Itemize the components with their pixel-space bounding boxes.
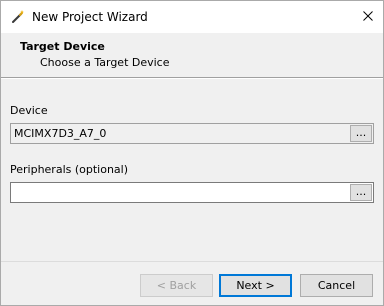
wand-icon bbox=[10, 9, 26, 25]
device-value: MCIMX7D3_A7_0 bbox=[14, 127, 107, 140]
close-icon bbox=[363, 10, 373, 24]
device-browse-button[interactable]: ... bbox=[350, 125, 372, 142]
peripherals-input[interactable] bbox=[13, 184, 349, 201]
next-button[interactable]: Next > bbox=[219, 274, 292, 297]
device-field: MCIMX7D3_A7_0 ... bbox=[10, 123, 374, 144]
cancel-button[interactable]: Cancel bbox=[300, 274, 373, 297]
page-title: Target Device bbox=[20, 40, 105, 53]
footer-divider bbox=[1, 261, 383, 262]
close-button[interactable] bbox=[353, 1, 383, 33]
device-label: Device bbox=[10, 104, 48, 117]
title-bar: New Project Wizard bbox=[1, 1, 383, 33]
header-divider bbox=[1, 78, 383, 79]
window-title: New Project Wizard bbox=[32, 10, 148, 24]
wizard-header: Target Device Choose a Target Device bbox=[1, 33, 383, 78]
peripherals-field: ... bbox=[10, 182, 374, 203]
peripherals-label: Peripherals (optional) bbox=[10, 163, 129, 176]
peripherals-browse-button[interactable]: ... bbox=[350, 184, 372, 201]
wizard-window: New Project Wizard Target Device Choose … bbox=[0, 0, 384, 306]
back-button[interactable]: < Back bbox=[140, 274, 213, 297]
page-subtitle: Choose a Target Device bbox=[40, 56, 170, 69]
